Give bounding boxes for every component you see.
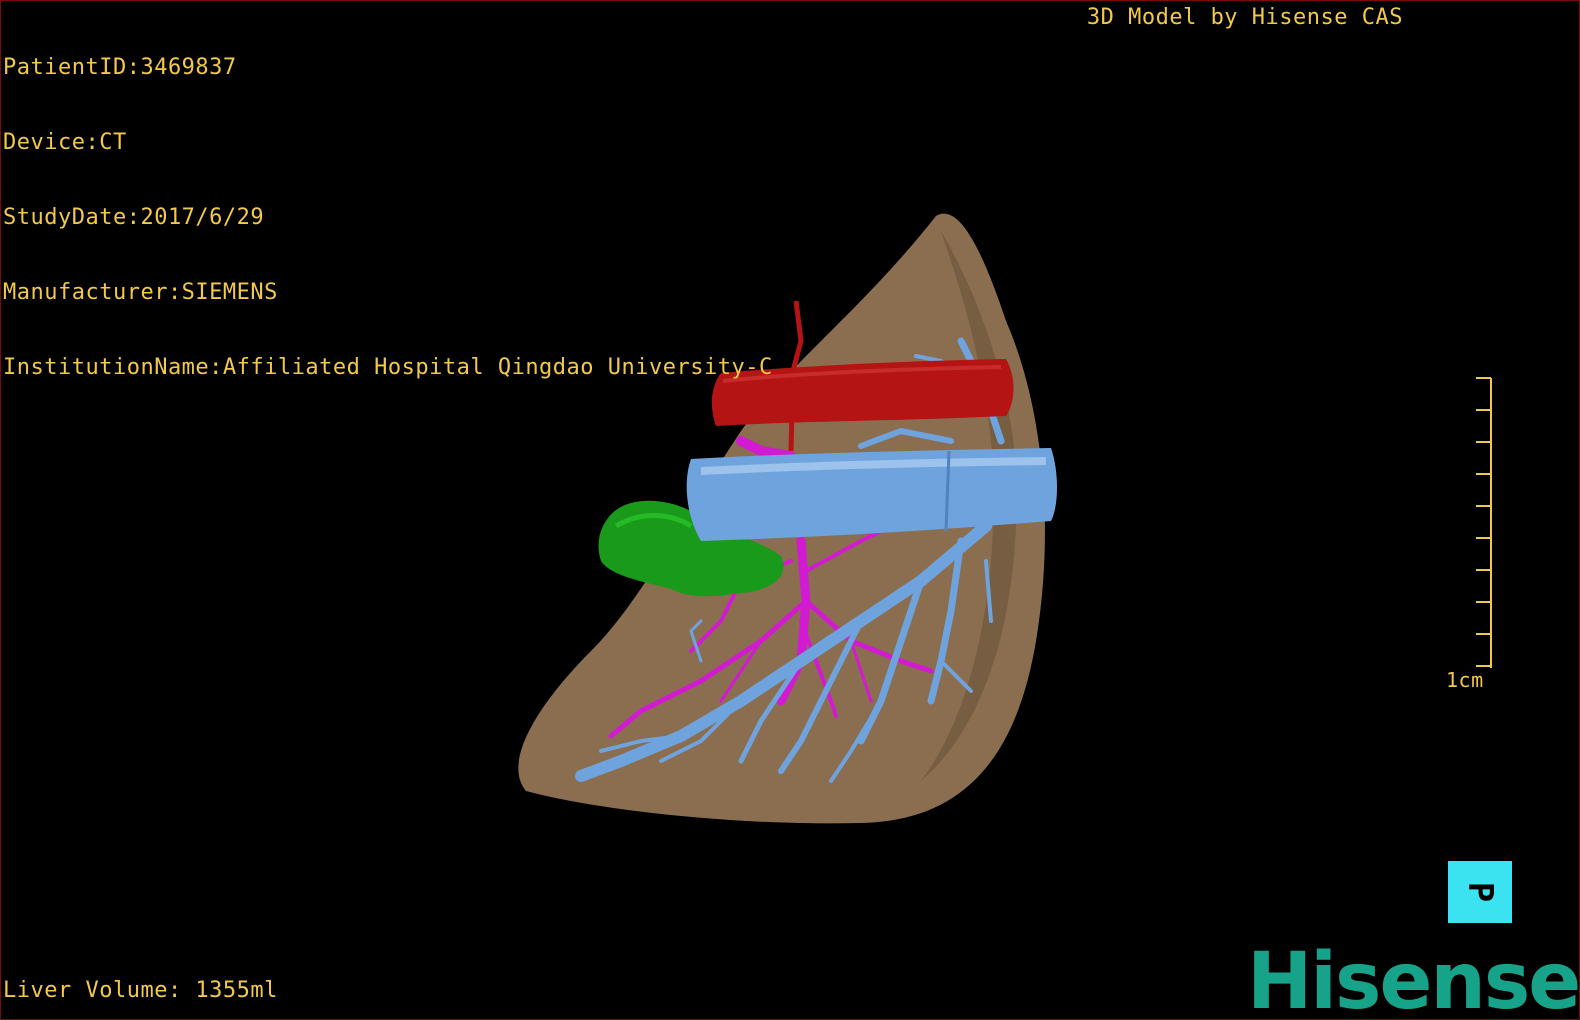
study-info-panel: PatientID:3469837 Device:CT StudyDate:20…	[3, 5, 773, 430]
scale-bar-label: 1cm	[1446, 668, 1484, 692]
institution-name: InstitutionName:Affiliated Hospital Qing…	[3, 355, 773, 380]
device: Device:CT	[3, 130, 127, 155]
scale-bar	[1476, 377, 1492, 668]
hisense-logo: Hisense	[1247, 937, 1580, 1020]
orientation-label: P	[1459, 881, 1500, 903]
orientation-button[interactable]: P	[1448, 861, 1512, 923]
3d-viewport[interactable]: PatientID:3469837 Device:CT StudyDate:20…	[0, 0, 1580, 1020]
manufacturer: Manufacturer:SIEMENS	[3, 280, 278, 305]
liver-volume: Liver Volume: 1355ml	[3, 978, 278, 1003]
patient-id: PatientID:3469837	[3, 55, 237, 80]
model-credit: 3D Model by Hisense CAS	[1086, 5, 1403, 30]
study-date: StudyDate:2017/6/29	[3, 205, 265, 230]
